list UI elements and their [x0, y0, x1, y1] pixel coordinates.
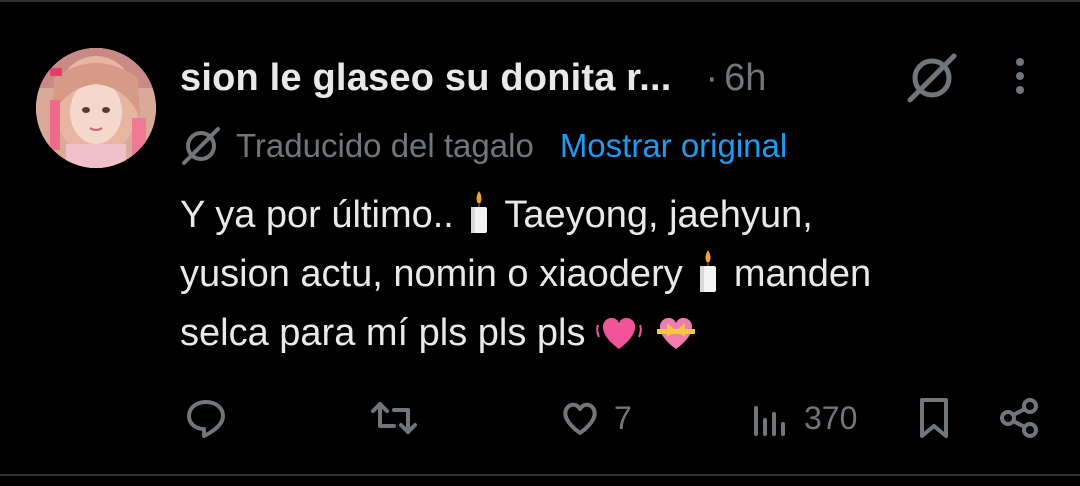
- action-bar: 7 370: [0, 392, 1080, 444]
- candle-emoji: [693, 248, 723, 312]
- top-divider: [0, 0, 1080, 2]
- views-icon: [750, 398, 790, 438]
- tweet-text-segment: manden: [733, 253, 872, 295]
- tweet-line: selca para mí pls pls pls: [180, 304, 1060, 363]
- heart-with-ribbon-emoji: [653, 311, 699, 371]
- grok-icon[interactable]: [904, 52, 960, 104]
- tweet-text: Y ya por último.. Taeyong, jaehyun, yusi…: [180, 186, 1060, 363]
- retweet-button[interactable]: [370, 392, 418, 444]
- display-name[interactable]: sion le glaseo su donita r...: [180, 57, 671, 100]
- views-button[interactable]: 370: [750, 392, 857, 444]
- tweet-line: Y ya por último.. Taeyong, jaehyun,: [180, 186, 1060, 245]
- timestamp[interactable]: 6h: [724, 57, 766, 100]
- view-count: 370: [804, 399, 858, 436]
- like-button[interactable]: 7: [560, 392, 632, 444]
- more-options-icon[interactable]: [1000, 56, 1040, 100]
- like-count: 7: [614, 399, 632, 436]
- heart-icon: [560, 398, 600, 438]
- translation-row: Traducido del tagalo Mostrar original: [180, 124, 787, 168]
- tweet-header: sion le glaseo su donita r... · 6h: [180, 54, 766, 102]
- reply-icon: [184, 396, 228, 440]
- share-icon: [998, 396, 1042, 440]
- tweet-text-segment: Taeyong, jaehyun,: [504, 194, 813, 236]
- tweet-line: yusion actu, nomin o xiaodery manden: [180, 245, 1060, 304]
- retweet-icon: [370, 396, 418, 440]
- reply-button[interactable]: [184, 392, 228, 444]
- avatar[interactable]: [36, 48, 156, 168]
- grok-translate-icon: [180, 125, 222, 167]
- share-button[interactable]: [998, 392, 1042, 444]
- tweet-text-segment: Y ya por último..: [180, 194, 454, 236]
- tweet-text-segment: yusion actu, nomin o xiaodery: [180, 253, 683, 295]
- candle-emoji: [464, 189, 494, 253]
- tweet-text-segment: selca para mí pls pls pls: [180, 312, 586, 354]
- bookmark-button[interactable]: [914, 392, 954, 444]
- translated-label: Traducido del tagalo: [236, 127, 534, 164]
- separator-dot: ·: [705, 56, 719, 99]
- bottom-divider: [0, 474, 1080, 476]
- show-original-link[interactable]: Mostrar original: [560, 127, 787, 165]
- bookmark-icon: [914, 396, 954, 440]
- beating-heart-emoji: [596, 311, 642, 371]
